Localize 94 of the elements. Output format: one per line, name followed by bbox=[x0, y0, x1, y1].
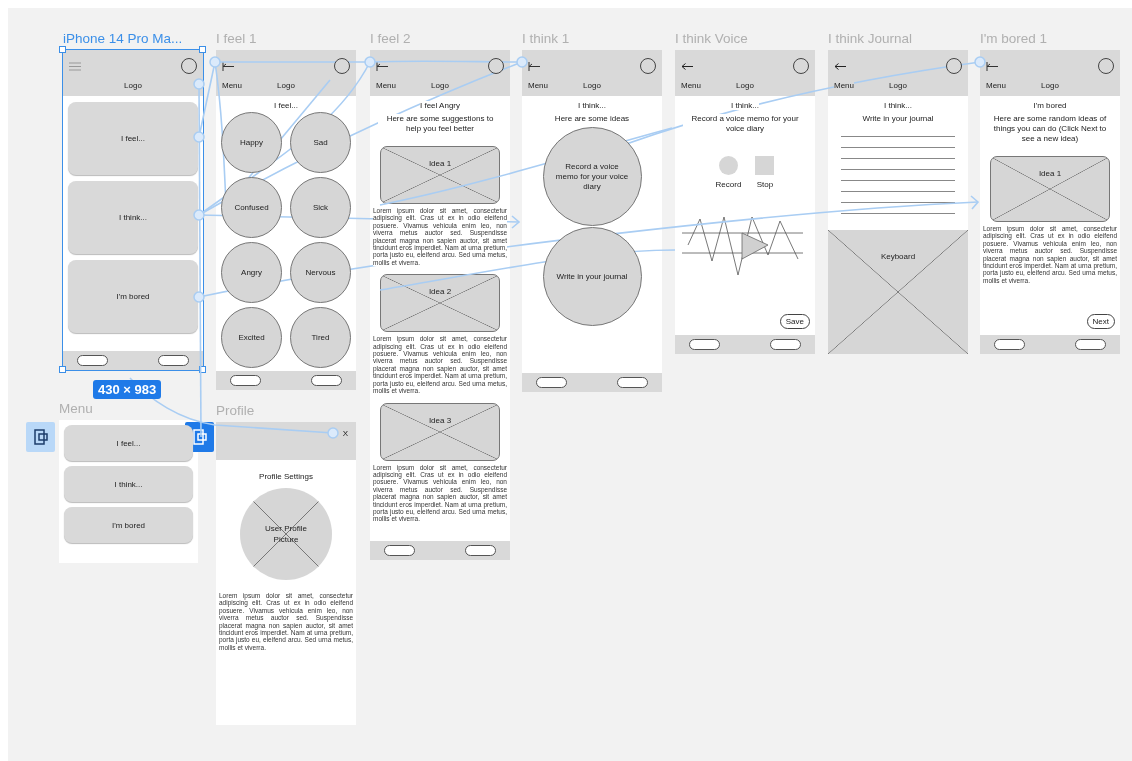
keyboard-label: Keyboard bbox=[880, 252, 916, 262]
connection-handle[interactable] bbox=[193, 209, 205, 221]
logo-text: Logo bbox=[583, 80, 601, 90]
frame-title: Menu bbox=[59, 400, 94, 418]
option-button[interactable]: I'm bored bbox=[68, 260, 198, 333]
frame-title: I'm bored 1 bbox=[980, 30, 1049, 48]
nav-pill[interactable] bbox=[230, 375, 261, 386]
screen-heading: I think... bbox=[731, 101, 759, 110]
close-button[interactable]: X bbox=[342, 428, 348, 439]
connection-handle[interactable] bbox=[193, 131, 205, 143]
arrow-head-icon bbox=[970, 195, 980, 210]
logo-text: Logo bbox=[1041, 80, 1059, 90]
emotion-button[interactable]: Angry bbox=[221, 242, 282, 303]
placeholder-label: Idea 1 bbox=[1038, 169, 1062, 179]
screen-heading: I feel Angry bbox=[420, 101, 460, 110]
picture-label: User Profile Picture bbox=[264, 523, 308, 545]
frame-title: Profile bbox=[216, 402, 256, 420]
menu-link[interactable]: Menu bbox=[986, 80, 1006, 90]
nav-pill[interactable] bbox=[158, 355, 189, 366]
emotion-button[interactable]: Confused bbox=[221, 177, 282, 238]
device-icon bbox=[33, 429, 48, 445]
menu-link[interactable]: Menu bbox=[222, 80, 242, 90]
device-icon bbox=[192, 429, 207, 445]
option-button[interactable]: I think... bbox=[64, 466, 193, 502]
resize-handle[interactable] bbox=[59, 46, 66, 53]
menu-link[interactable]: Menu bbox=[681, 80, 701, 90]
back-arrow-icon[interactable] bbox=[528, 61, 540, 71]
profile-icon[interactable] bbox=[1098, 58, 1114, 74]
back-arrow-icon[interactable] bbox=[376, 61, 388, 71]
screen-heading: I feel... bbox=[274, 101, 298, 110]
idea-button[interactable]: Record a voice memo for your voice diary bbox=[542, 127, 642, 226]
screen-heading: I'm bored bbox=[1033, 101, 1067, 110]
arrow-head-icon bbox=[511, 215, 521, 229]
emotion-button[interactable]: Nervous bbox=[290, 242, 351, 303]
connection-handle[interactable] bbox=[193, 78, 205, 90]
profile-icon[interactable] bbox=[488, 58, 504, 74]
option-button[interactable]: I feel... bbox=[68, 102, 198, 175]
nav-pill[interactable] bbox=[536, 377, 567, 388]
profile-icon[interactable] bbox=[793, 58, 809, 74]
connection-handle[interactable] bbox=[193, 291, 205, 303]
connection-handle[interactable] bbox=[327, 427, 339, 439]
profile-icon[interactable] bbox=[946, 58, 962, 74]
logo-text: Logo bbox=[736, 80, 754, 90]
profile-icon[interactable] bbox=[334, 58, 350, 74]
placeholder-label: Idea 1 bbox=[428, 159, 452, 169]
menu-link[interactable]: Menu bbox=[528, 80, 548, 90]
nav-pill[interactable] bbox=[77, 355, 108, 366]
profile-icon[interactable] bbox=[181, 58, 197, 74]
nav-pill[interactable] bbox=[311, 375, 342, 386]
logo-text: Logo bbox=[889, 80, 907, 90]
emotion-button[interactable]: Happy bbox=[221, 112, 282, 173]
menu-link[interactable]: Menu bbox=[376, 80, 396, 90]
screen-heading: Profile Settings bbox=[259, 472, 313, 481]
nav-pill[interactable] bbox=[689, 339, 720, 350]
placeholder-label: Idea 3 bbox=[428, 415, 452, 426]
control-label: Stop bbox=[756, 180, 774, 189]
connection-handle[interactable] bbox=[974, 56, 986, 68]
flow-start-marker[interactable] bbox=[26, 422, 55, 452]
logo-text: Logo bbox=[124, 80, 142, 90]
option-button[interactable]: I think... bbox=[68, 181, 198, 254]
screen-heading: I think... bbox=[578, 101, 606, 110]
nav-pill[interactable] bbox=[994, 339, 1025, 350]
idea-button[interactable]: Write in your journal bbox=[542, 227, 642, 326]
next-button[interactable]: Next bbox=[1086, 314, 1115, 329]
profile-icon[interactable] bbox=[640, 58, 656, 74]
logo-text: Logo bbox=[277, 80, 295, 90]
menu-link[interactable]: Menu bbox=[834, 80, 854, 90]
save-button[interactable]: Save bbox=[779, 314, 810, 329]
connection-handle[interactable] bbox=[209, 56, 221, 68]
back-arrow-icon[interactable] bbox=[681, 61, 693, 71]
emotion-button[interactable]: Tired bbox=[290, 307, 351, 368]
nav-pill[interactable] bbox=[770, 339, 801, 350]
option-button[interactable]: I feel... bbox=[64, 425, 193, 461]
emotion-button[interactable]: Sad bbox=[290, 112, 351, 173]
size-badge: 430 × 983 bbox=[93, 380, 162, 399]
emotion-button[interactable]: Excited bbox=[221, 307, 282, 368]
emotion-button[interactable]: Sick bbox=[290, 177, 351, 238]
back-arrow-icon[interactable] bbox=[222, 61, 234, 71]
logo-text: Logo bbox=[431, 80, 449, 90]
resize-handle[interactable] bbox=[199, 46, 206, 53]
back-arrow-icon[interactable] bbox=[986, 61, 998, 71]
frame-title: iPhone 14 Pro Ma... bbox=[63, 30, 184, 48]
option-button[interactable]: I'm bored bbox=[64, 507, 193, 543]
back-arrow-icon[interactable] bbox=[834, 61, 846, 71]
connection-handle[interactable] bbox=[364, 56, 376, 68]
connection-handle[interactable] bbox=[516, 56, 528, 68]
resize-handle[interactable] bbox=[59, 366, 66, 373]
control-label: Record bbox=[715, 180, 742, 189]
resize-handle[interactable] bbox=[199, 366, 206, 373]
nav-pill[interactable] bbox=[617, 377, 648, 388]
nav-pill[interactable] bbox=[465, 545, 496, 556]
nav-pill[interactable] bbox=[384, 545, 415, 556]
nav-pill[interactable] bbox=[1075, 339, 1106, 350]
screen-heading: I think... bbox=[884, 101, 912, 110]
